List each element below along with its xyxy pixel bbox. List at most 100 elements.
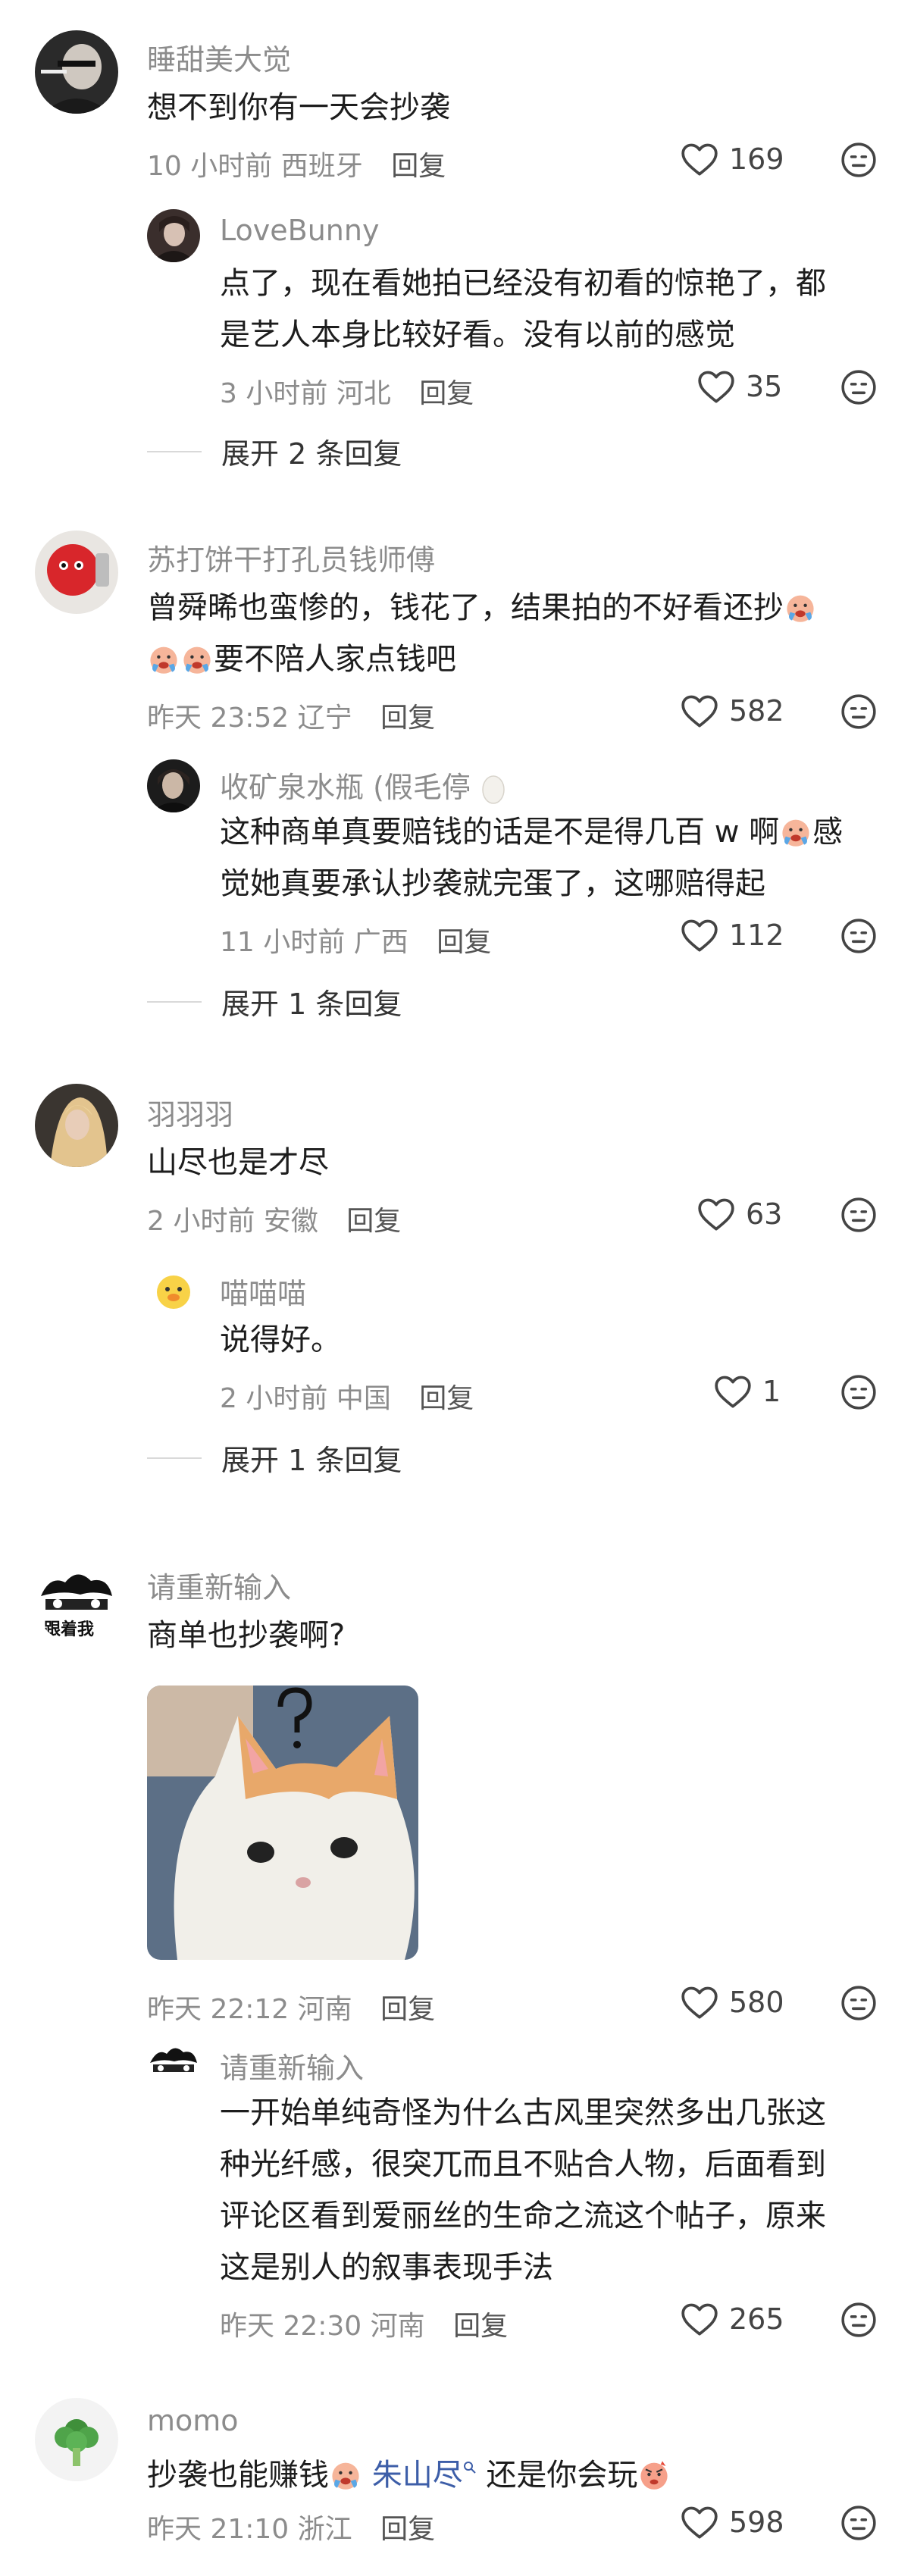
egg-icon	[482, 775, 505, 804]
like-button[interactable]: 580	[679, 1984, 784, 2020]
comment-location: 浙江	[297, 2514, 352, 2545]
comment-location: 西班牙	[280, 151, 363, 182]
like-button[interactable]: 265	[679, 2301, 784, 2337]
like-count: 63	[746, 1197, 783, 1231]
like-count: 112	[729, 919, 784, 952]
search-icon	[463, 2462, 476, 2474]
dislike-face-icon[interactable]	[840, 1373, 878, 1411]
heart-icon	[698, 371, 734, 403]
replier-name[interactable]: LoveBunny	[220, 214, 379, 247]
comment-text: 山尽也是才尽	[147, 1145, 329, 1180]
mention-link[interactable]: 朱山尽	[372, 2458, 463, 2493]
angry-face-icon	[640, 2461, 668, 2490]
cat-meme-image[interactable]	[147, 1686, 418, 1960]
avatar[interactable]	[35, 30, 118, 114]
crying-face-icon	[150, 646, 177, 674]
crying-face-icon	[183, 646, 211, 674]
like-button[interactable]: 598	[679, 2504, 784, 2540]
dislike-face-icon[interactable]	[840, 141, 878, 179]
reply-text: 说得好。	[220, 1322, 341, 1357]
comment-text: 抄袭也能赚钱 朱山尽 还是你会玩	[147, 2449, 671, 2501]
commenter-name[interactable]: 羽羽羽	[147, 1091, 233, 1133]
reply-time: 2 小时前	[220, 1383, 328, 1414]
divider-line	[147, 1457, 202, 1459]
like-button[interactable]: 63	[696, 1196, 782, 1232]
crying-face-icon	[787, 595, 814, 622]
reply-button[interactable]: 回复	[437, 927, 491, 958]
expand-replies[interactable]: 展开 1 条回复	[147, 1437, 402, 1479]
avatar[interactable]	[35, 1084, 118, 1167]
dislike-face-icon[interactable]	[840, 2504, 878, 2542]
like-button[interactable]: 582	[679, 693, 784, 729]
comment-time: 昨天 21:10	[147, 2514, 290, 2545]
like-button[interactable]: 112	[679, 917, 784, 953]
reply-button[interactable]: 回复	[453, 2311, 508, 2342]
like-button[interactable]: 169	[679, 141, 784, 177]
replier-name[interactable]: 收矿泉水瓶 (假毛停	[220, 764, 507, 806]
avatar[interactable]	[147, 209, 200, 262]
reply-text: 这种商单真要赔钱的话是不是得几百 w 啊感 觉她真要承认抄袭就完蛋了，这哪赔得起	[220, 815, 844, 901]
dislike-face-icon[interactable]	[840, 1984, 878, 2022]
crying-face-icon	[332, 2462, 359, 2490]
reply-time: 11 小时前	[220, 927, 346, 958]
reply-button[interactable]: 回复	[380, 703, 435, 734]
heart-icon	[681, 695, 718, 728]
like-count: 169	[729, 142, 784, 176]
avatar[interactable]	[147, 759, 200, 812]
dislike-face-icon[interactable]	[840, 917, 878, 955]
reply-location: 广西	[353, 927, 408, 958]
comment-location: 安徽	[263, 1206, 318, 1237]
avatar[interactable]	[147, 1264, 200, 1317]
divider-line	[147, 450, 202, 452]
comment-time: 2 小时前	[147, 1206, 255, 1237]
comment-meta: 2 小时前 安徽 回复	[147, 1199, 401, 1238]
like-count: 35	[746, 370, 783, 403]
expand-replies[interactable]: 展开 2 条回复	[147, 430, 402, 472]
avatar[interactable]	[147, 2040, 200, 2093]
like-count: 582	[729, 694, 784, 728]
heart-icon	[681, 2303, 718, 2336]
comment-text: 商单也抄袭啊?	[147, 1618, 346, 1653]
reply-time: 昨天 22:30	[220, 2311, 362, 2342]
replier-name[interactable]: 喵喵喵	[220, 1270, 306, 1312]
reply-location: 河南	[370, 2311, 425, 2342]
reply-button[interactable]: 回复	[419, 378, 474, 409]
commenter-name[interactable]: momo	[147, 2404, 239, 2437]
avatar[interactable]: 跟着我	[35, 1560, 118, 1643]
reply-button[interactable]: 回复	[391, 151, 446, 182]
reply-meta: 11 小时前 广西 回复	[220, 920, 491, 959]
commenter-name[interactable]: 苏打饼干打孔员钱师傅	[147, 537, 435, 578]
heart-icon	[681, 2506, 718, 2539]
reply-button[interactable]: 回复	[380, 2514, 435, 2545]
reply-meta: 昨天 22:30 河南 回复	[220, 2304, 508, 2343]
like-count: 598	[729, 2506, 784, 2539]
crying-face-icon	[782, 819, 809, 847]
heart-icon	[681, 143, 718, 176]
commenter-name[interactable]: 请重新输入	[147, 1564, 291, 1606]
like-count: 580	[729, 1986, 784, 2019]
avatar[interactable]	[35, 531, 118, 614]
comment-meta: 昨天 22:12 河南 回复	[147, 1987, 435, 2027]
reply-location: 河北	[336, 378, 391, 409]
reply-button[interactable]: 回复	[380, 1994, 435, 2025]
like-button[interactable]: 1	[712, 1373, 781, 1410]
reply-button[interactable]: 回复	[346, 1206, 401, 1237]
comment-time: 昨天 23:52	[147, 703, 290, 734]
dislike-face-icon[interactable]	[840, 1196, 878, 1234]
dislike-face-icon[interactable]	[840, 2301, 878, 2339]
comment-text: 曾舜晞也蛮惨的，钱花了，结果拍的不好看还抄 要不陪人家点钱吧	[147, 582, 817, 685]
comment-location: 辽宁	[297, 703, 352, 734]
comment-time: 10 小时前	[147, 151, 273, 182]
dislike-face-icon[interactable]	[840, 693, 878, 731]
expand-replies[interactable]: 展开 1 条回复	[147, 981, 402, 1022]
divider-line	[147, 1000, 202, 1003]
replier-name[interactable]: 请重新输入	[220, 2045, 364, 2086]
reply-button[interactable]: 回复	[419, 1383, 474, 1414]
dislike-face-icon[interactable]	[840, 368, 878, 406]
avatar[interactable]	[35, 2398, 118, 2481]
commenter-name[interactable]: 睡甜美大觉	[147, 36, 291, 78]
comment-text: 想不到你有一天会抄袭	[147, 90, 450, 125]
like-button[interactable]: 35	[696, 368, 782, 405]
comment-meta: 昨天 21:10 浙江 回复	[147, 2507, 435, 2546]
reply-meta: 2 小时前 中国 回复	[220, 1376, 474, 1416]
